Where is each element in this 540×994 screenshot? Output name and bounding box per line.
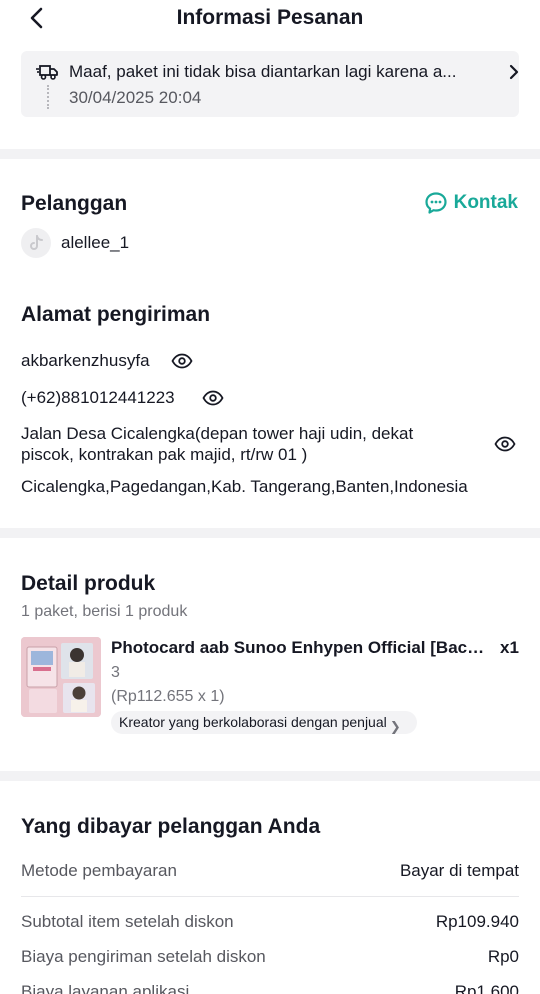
product-thumbnail[interactable] bbox=[21, 637, 101, 717]
payment-heading: Yang dibayar pelanggan Anda bbox=[21, 815, 321, 838]
street-address-line1: Jalan Desa Cicalengka(depan tower haji u… bbox=[21, 424, 414, 443]
truck-icon bbox=[36, 65, 58, 80]
product-image bbox=[21, 637, 101, 717]
subtotal-value: Rp109.940 bbox=[435, 912, 519, 931]
divider bbox=[21, 896, 519, 897]
chevron-right-icon: ❯ bbox=[389, 719, 401, 734]
section-divider bbox=[0, 771, 540, 781]
eye-icon[interactable] bbox=[202, 390, 224, 406]
top-bar: Informasi Pesanan bbox=[0, 0, 540, 38]
customer-username: alellee_1 bbox=[61, 233, 130, 252]
timeline-dots bbox=[47, 85, 49, 109]
section-divider bbox=[0, 149, 540, 159]
product-unit-price: (Rp112.655 x 1) bbox=[111, 688, 225, 705]
shipping-fee-label: Biaya pengiriman setelah diskon bbox=[21, 947, 266, 966]
customer-heading: Pelanggan bbox=[21, 192, 128, 215]
chat-bubble-icon bbox=[424, 192, 447, 214]
delivery-status-card[interactable]: Maaf, paket ini tidak bisa diantarkan la… bbox=[21, 51, 519, 117]
section-divider bbox=[0, 528, 540, 538]
collab-creator-chip[interactable]: Kreator yang berkolaborasi dengan penjua… bbox=[111, 711, 417, 734]
recipient-phone: (+62)881012441223 bbox=[21, 388, 175, 407]
street-address-line2: piscok, kontrakan pak majid, rt/rw 01 ) bbox=[21, 445, 308, 464]
contact-label: Kontak bbox=[453, 192, 518, 213]
service-fee-label: Biaya layanan aplikasi bbox=[21, 982, 190, 994]
page-title: Informasi Pesanan bbox=[176, 6, 364, 29]
delivery-status-message: Maaf, paket ini tidak bisa diantarkan la… bbox=[69, 62, 457, 81]
recipient-name: akbarkenzhusyfa bbox=[21, 351, 150, 370]
shipping-fee-value: Rp0 bbox=[487, 947, 519, 966]
product-variant: 3 bbox=[111, 664, 120, 681]
payment-method-label: Metode pembayaran bbox=[21, 861, 177, 880]
chevron-right-icon bbox=[509, 64, 519, 80]
eye-icon[interactable] bbox=[494, 436, 516, 452]
address-region: Cicalengka,Pagedangan,Kab. Tangerang,Ban… bbox=[21, 477, 468, 496]
contact-button[interactable]: Kontak bbox=[424, 191, 518, 215]
payment-method-value: Bayar di tempat bbox=[399, 861, 519, 880]
subtotal-label: Subtotal item setelah diskon bbox=[21, 912, 234, 931]
tiktok-logo-icon bbox=[30, 235, 43, 250]
product-name[interactable]: Photocard aab Sunoo Enhypen Official [Ba… bbox=[111, 638, 487, 658]
product-quantity: x1 bbox=[500, 638, 519, 657]
order-info-page: Informasi Pesanan Maaf, paket ini tidak … bbox=[0, 0, 540, 994]
product-heading: Detail produk bbox=[21, 572, 156, 595]
avatar bbox=[21, 228, 51, 258]
address-heading: Alamat pengiriman bbox=[21, 303, 211, 326]
service-fee-value: Rp1.600 bbox=[454, 982, 519, 994]
product-summary: 1 paket, berisi 1 produk bbox=[21, 603, 188, 620]
eye-icon[interactable] bbox=[171, 353, 193, 369]
delivery-status-time: 30/04/2025 20:04 bbox=[69, 88, 202, 107]
collab-creator-label: Kreator yang berkolaborasi dengan penjua… bbox=[119, 714, 387, 730]
